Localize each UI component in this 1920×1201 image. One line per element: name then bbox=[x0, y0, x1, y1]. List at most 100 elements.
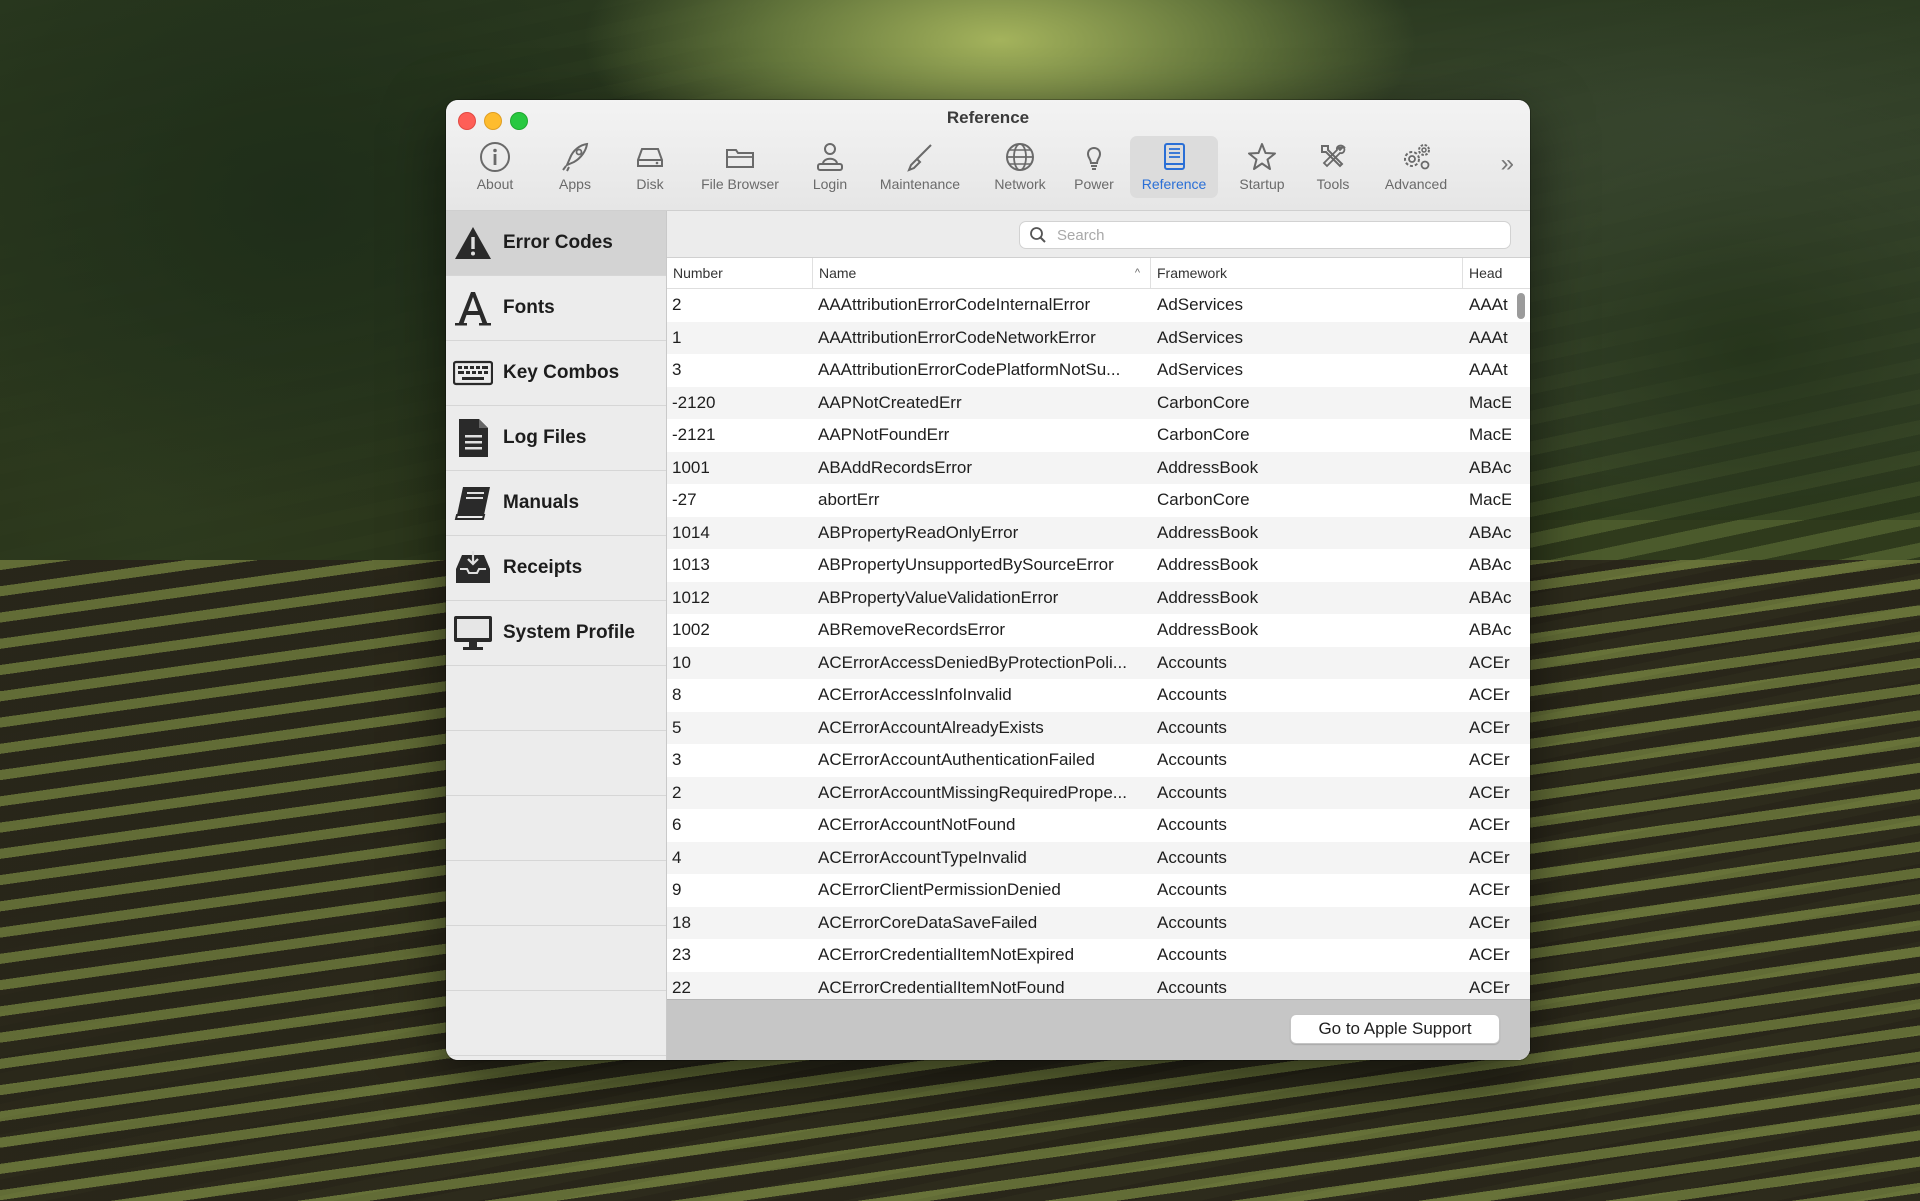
sidebar-item-label: Manuals bbox=[503, 492, 580, 513]
cell-head: AAAt bbox=[1469, 327, 1508, 347]
manual-icon bbox=[452, 482, 494, 524]
cell-number: 3 bbox=[672, 360, 682, 379]
toolbar-reference-button[interactable]: Reference bbox=[1130, 136, 1218, 198]
cell-framework: AddressBook bbox=[1157, 522, 1259, 542]
cell-name: ACErrorAccessInfoInvalid bbox=[818, 685, 1012, 704]
sidebar-item-log-files[interactable]: Log Files bbox=[446, 406, 666, 471]
toolbar-label: Login bbox=[812, 176, 848, 192]
sidebar-item-key-combos[interactable]: Key Combos bbox=[446, 341, 666, 406]
table-row[interactable]: 23 ACErrorCredentialItemNotExpired Account… bbox=[667, 939, 1530, 972]
table-row[interactable]: 18 ACErrorCoreDataSaveFailed Accounts ACEr bbox=[667, 906, 1530, 939]
cell-head: ABAc bbox=[1469, 457, 1511, 477]
toolbar-file-browser-button[interactable]: File Browser bbox=[694, 136, 786, 198]
rocket-icon bbox=[562, 142, 589, 172]
table-row[interactable]: 3 AAAttributionErrorCodePlatformNotSu... A… bbox=[667, 354, 1530, 387]
table-row[interactable]: -2120 AAPNotCreatedErr CarbonCore MacE bbox=[667, 386, 1530, 419]
sidebar-item-label: Error Codes bbox=[503, 232, 613, 253]
cell-name: ABRemoveRecordsError bbox=[818, 620, 1006, 639]
font-icon bbox=[452, 287, 494, 329]
cell-number: -2120 bbox=[672, 392, 716, 412]
cell-number: 22 bbox=[672, 977, 691, 997]
cell-name: ABPropertyValueValidationError bbox=[818, 587, 1059, 607]
sidebar-item-label: Receipts bbox=[503, 557, 583, 578]
table-row[interactable]: 1 AAAttributionErrorCodeNetworkError AdSer… bbox=[667, 321, 1530, 354]
table-row[interactable]: 8 ACErrorAccessInfoInvalid Accounts ACEr bbox=[667, 679, 1530, 712]
table-row[interactable]: 2 AAAttributionErrorCodeInternalError AdSe… bbox=[667, 289, 1530, 322]
table-row[interactable]: 1001 ABAddRecordsError AddressBook ABAc bbox=[667, 451, 1530, 484]
toolbar-startup-button[interactable]: Startup bbox=[1230, 136, 1294, 198]
toolbar-label: Advanced bbox=[1384, 176, 1448, 192]
column-header-head[interactable]: Head bbox=[1463, 258, 1530, 288]
sidebar-empty-row bbox=[446, 861, 666, 926]
cell-number: 18 bbox=[672, 912, 691, 932]
table-row[interactable]: 1013 ABPropertyUnsupportedBySourceError Ad… bbox=[667, 549, 1530, 582]
cell-head: ACEr bbox=[1469, 912, 1510, 932]
table-row[interactable]: 5 ACErrorAccountAlreadyExists Accounts ACEr bbox=[667, 711, 1530, 744]
table-row[interactable]: 9 ACErrorClientPermissionDenied Accounts AC… bbox=[667, 874, 1530, 907]
cell-framework: CarbonCore bbox=[1157, 490, 1250, 509]
table-row[interactable]: 1014 ABPropertyReadOnlyError AddressBook AB… bbox=[667, 516, 1530, 549]
search-input[interactable] bbox=[1055, 225, 1499, 245]
cell-framework: Accounts bbox=[1157, 945, 1227, 964]
cell-name: ACErrorCoreDataSaveFailed bbox=[818, 912, 1038, 932]
table-row[interactable]: 3 ACErrorAccountAuthenticationFailed Accou… bbox=[667, 744, 1530, 777]
table-row[interactable]: 22 ACErrorCredentialItemNotFound Accounts A… bbox=[667, 971, 1530, 999]
broom-icon bbox=[907, 144, 932, 172]
cell-framework: AddressBook bbox=[1157, 620, 1259, 639]
toolbar-network-button[interactable]: Network bbox=[984, 136, 1056, 198]
cell-head: ACEr bbox=[1469, 945, 1510, 964]
search-field[interactable] bbox=[1019, 221, 1511, 249]
tools-icon bbox=[1321, 144, 1346, 168]
person-icon bbox=[817, 143, 843, 171]
table-row[interactable]: 6 ACErrorAccountNotFound Accounts ACEr bbox=[667, 809, 1530, 842]
table-row[interactable]: 1012 ABPropertyValueValidationError Addres… bbox=[667, 581, 1530, 614]
toolbar-advanced-button[interactable]: Advanced bbox=[1370, 136, 1462, 198]
cell-number: 8 bbox=[672, 685, 682, 704]
table-row[interactable]: 10 ACErrorAccessDeniedByProtectionPoli...… bbox=[667, 646, 1530, 679]
sidebar-item-label: Fonts bbox=[503, 297, 555, 318]
cell-name: AAAttributionErrorCodeInternalError bbox=[818, 295, 1091, 314]
cell-number: 4 bbox=[672, 847, 682, 867]
cell-head: ACEr bbox=[1469, 652, 1510, 672]
go-to-apple-support-button[interactable]: Go to Apple Support bbox=[1290, 1014, 1500, 1044]
column-header-number[interactable]: Number bbox=[667, 258, 813, 288]
column-header-name[interactable]: Name ^ bbox=[813, 258, 1151, 288]
cell-number: 5 bbox=[672, 717, 682, 737]
sidebar-item-system-profile[interactable]: System Profile bbox=[446, 601, 666, 666]
table-row[interactable]: 1002 ABRemoveRecordsError AddressBook ABAc bbox=[667, 614, 1530, 647]
cell-framework: Accounts bbox=[1157, 685, 1227, 704]
sidebar-empty-row bbox=[446, 991, 666, 1056]
cell-name: ABAddRecordsError bbox=[818, 457, 973, 477]
vertical-scrollbar[interactable] bbox=[1517, 293, 1525, 319]
sidebar-item-fonts[interactable]: Fonts bbox=[446, 276, 666, 341]
error-codes-table: 2 AAAttributionErrorCodeInternalError AdSe… bbox=[667, 289, 1530, 999]
window-title: Reference bbox=[946, 108, 1030, 127]
table-row[interactable]: -27 abortErr CarbonCore MacE bbox=[667, 484, 1530, 517]
toolbar-maintenance-button[interactable]: Maintenance bbox=[874, 136, 966, 198]
toolbar-label: About bbox=[476, 176, 514, 192]
column-header-framework[interactable]: Framework bbox=[1151, 258, 1463, 288]
cell-name: ACErrorClientPermissionDenied bbox=[818, 880, 1061, 899]
toolbar-about-button[interactable]: About bbox=[464, 136, 526, 198]
cell-number: 1013 bbox=[672, 555, 710, 574]
toolbar-disk-button[interactable]: Disk bbox=[624, 136, 676, 198]
toolbar-label: Network bbox=[994, 176, 1046, 192]
cell-framework: AddressBook bbox=[1157, 555, 1259, 574]
sidebar-item-manuals[interactable]: Manuals bbox=[446, 471, 666, 536]
cell-name: ACErrorAccountMissingRequiredPrope... bbox=[818, 782, 1127, 802]
table-row[interactable]: -2121 AAPNotFoundErr CarbonCore MacE bbox=[667, 419, 1530, 452]
toolbar-login-button[interactable]: Login bbox=[804, 136, 856, 198]
toolbar-tools-button[interactable]: Tools bbox=[1306, 136, 1360, 198]
table-row[interactable]: 2 ACErrorAccountMissingRequiredPrope... Ac… bbox=[667, 776, 1530, 809]
search-icon bbox=[1030, 227, 1046, 243]
cell-name: AAAttributionErrorCodePlatformNotSu... bbox=[818, 360, 1121, 379]
sidebar-item-receipts[interactable]: Receipts bbox=[446, 536, 666, 601]
sidebar-item-error-codes[interactable]: Error Codes bbox=[446, 211, 666, 276]
cell-number: 6 bbox=[672, 815, 682, 834]
toolbar-power-button[interactable]: Power bbox=[1066, 136, 1122, 198]
table-row[interactable]: 4 ACErrorAccountTypeInvalid Accounts ACEr bbox=[667, 841, 1530, 874]
cell-head: ACEr bbox=[1469, 880, 1510, 899]
sidebar-item-label: Key Combos bbox=[503, 362, 620, 383]
toolbar-overflow-chevron-icon[interactable]: » bbox=[1501, 150, 1514, 178]
toolbar-apps-button[interactable]: Apps bbox=[544, 136, 606, 198]
